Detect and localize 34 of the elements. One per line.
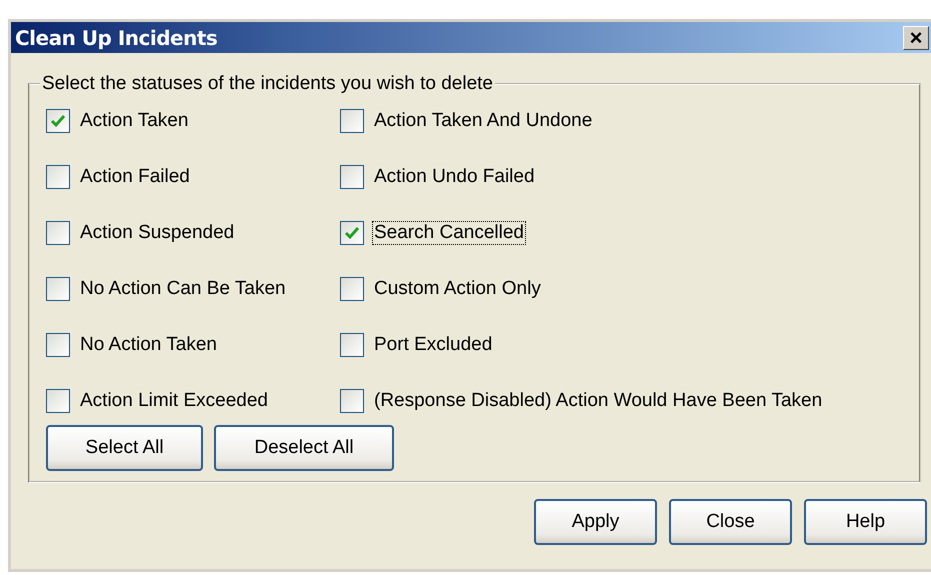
checkbox[interactable] <box>46 389 70 413</box>
check-icon <box>344 225 360 241</box>
dialog-button[interactable]: Apply <box>534 499 657 545</box>
checkbox[interactable] <box>340 333 364 357</box>
checkbox-label: Action Undo Failed <box>373 165 536 189</box>
checkbox-label: Action Suspended <box>79 221 236 245</box>
dialog-button[interactable]: Select All <box>46 425 203 471</box>
checkbox[interactable] <box>46 109 70 133</box>
checkbox[interactable] <box>340 389 364 413</box>
checkbox-label: Action Failed <box>79 165 191 189</box>
checkbox[interactable] <box>46 333 70 357</box>
check-icon <box>50 113 66 129</box>
checkbox[interactable] <box>340 221 364 245</box>
dialog-button[interactable]: Close <box>669 499 792 545</box>
checkbox[interactable] <box>46 277 70 301</box>
checkbox-label: Custom Action Only <box>373 277 542 301</box>
checkbox-label: No Action Taken <box>79 333 218 357</box>
close-button[interactable]: × <box>903 26 929 50</box>
checkbox-label: Search Cancelled <box>372 221 526 245</box>
checkbox[interactable] <box>46 221 70 245</box>
window-title: Clean Up Incidents <box>15 26 218 50</box>
checkbox-label: No Action Can Be Taken <box>79 277 287 301</box>
group-legend: Select the statuses of the incidents you wish to delete <box>40 75 495 95</box>
checkbox[interactable] <box>340 165 364 189</box>
checkbox-label: Action Limit Exceeded <box>79 389 269 413</box>
dialog-button[interactable]: Deselect All <box>214 425 394 471</box>
dialog-button[interactable]: Help <box>804 499 927 545</box>
checkbox-label: Action Taken <box>79 109 190 133</box>
checkbox-label: (Response Disabled) Action Would Have Been Taken <box>373 389 824 413</box>
checkbox[interactable] <box>46 165 70 189</box>
checkbox[interactable] <box>340 277 364 301</box>
checkbox[interactable] <box>340 109 364 133</box>
checkbox-label: Action Taken And Undone <box>373 109 594 133</box>
checkbox-label: Port Excluded <box>373 333 494 357</box>
